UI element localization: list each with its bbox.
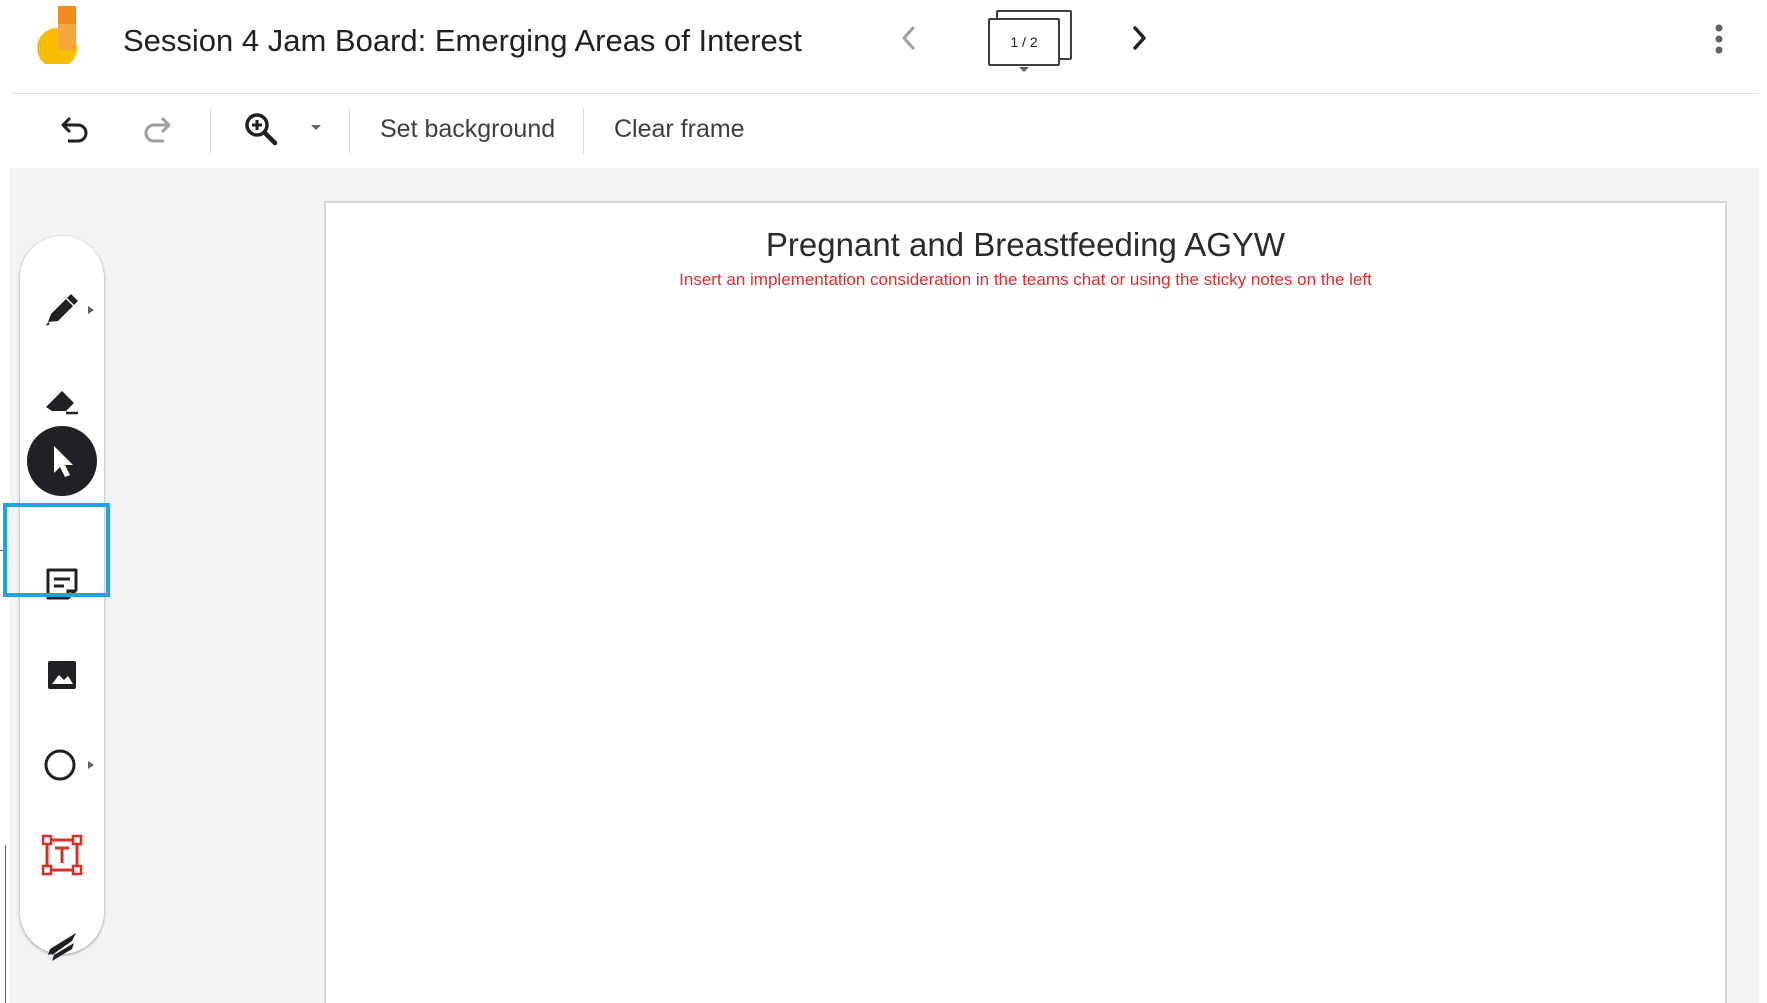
toolbar-divider <box>210 108 211 154</box>
jam-frame[interactable]: Pregnant and Breastfeeding AGYW Insert a… <box>324 201 1727 1003</box>
window-edge-tick <box>0 550 4 551</box>
set-background-button[interactable]: Set background <box>380 114 555 144</box>
pen-tool[interactable] <box>28 276 96 344</box>
text-box-tool[interactable] <box>28 821 96 889</box>
tool-palette <box>20 236 104 961</box>
clear-frame-button[interactable]: Clear frame <box>614 114 745 144</box>
toolbar: Set background Clear frame <box>10 94 1759 168</box>
app-header: Session 4 Jam Board: Emerging Areas of I… <box>0 0 1767 94</box>
frame-subtitle[interactable]: Insert an implementation consideration i… <box>326 269 1725 291</box>
cursor-icon <box>45 442 79 480</box>
document-title[interactable]: Session 4 Jam Board: Emerging Areas of I… <box>123 22 802 60</box>
zoom-in-icon[interactable] <box>242 110 280 148</box>
window-edge-line <box>5 845 6 1003</box>
laser-icon <box>42 925 82 965</box>
image-tool[interactable] <box>28 641 96 709</box>
image-icon <box>42 655 82 695</box>
redo-icon[interactable] <box>140 112 174 146</box>
caret-down-icon[interactable] <box>310 124 322 132</box>
frame-counter: 1 / 2 <box>988 18 1060 66</box>
undo-icon[interactable] <box>58 112 92 146</box>
jamboard-logo-icon[interactable] <box>36 6 82 64</box>
chevron-left-icon[interactable] <box>896 22 920 54</box>
submenu-arrow-icon <box>88 761 94 769</box>
toolbar-divider <box>349 108 350 154</box>
more-vert-icon[interactable] <box>1712 22 1726 56</box>
laser-tool[interactable] <box>28 911 96 979</box>
chevron-right-icon[interactable] <box>1128 22 1152 54</box>
pen-icon <box>42 290 82 330</box>
toolbar-divider <box>583 108 584 154</box>
frame-bar-toggle[interactable]: 1 / 2 <box>986 10 1072 74</box>
sticky-note-icon <box>42 564 82 604</box>
caret-down-icon <box>1018 66 1030 74</box>
frame-title[interactable]: Pregnant and Breastfeeding AGYW <box>326 225 1725 265</box>
eraser-icon <box>42 381 82 421</box>
circle-icon <box>42 745 82 785</box>
eraser-tool[interactable] <box>28 367 96 435</box>
sticky-note-tool[interactable] <box>28 550 96 618</box>
submenu-arrow-icon <box>88 306 94 314</box>
text-box-icon <box>41 834 83 876</box>
shape-tool[interactable] <box>28 731 96 799</box>
select-tool[interactable] <box>27 426 97 496</box>
